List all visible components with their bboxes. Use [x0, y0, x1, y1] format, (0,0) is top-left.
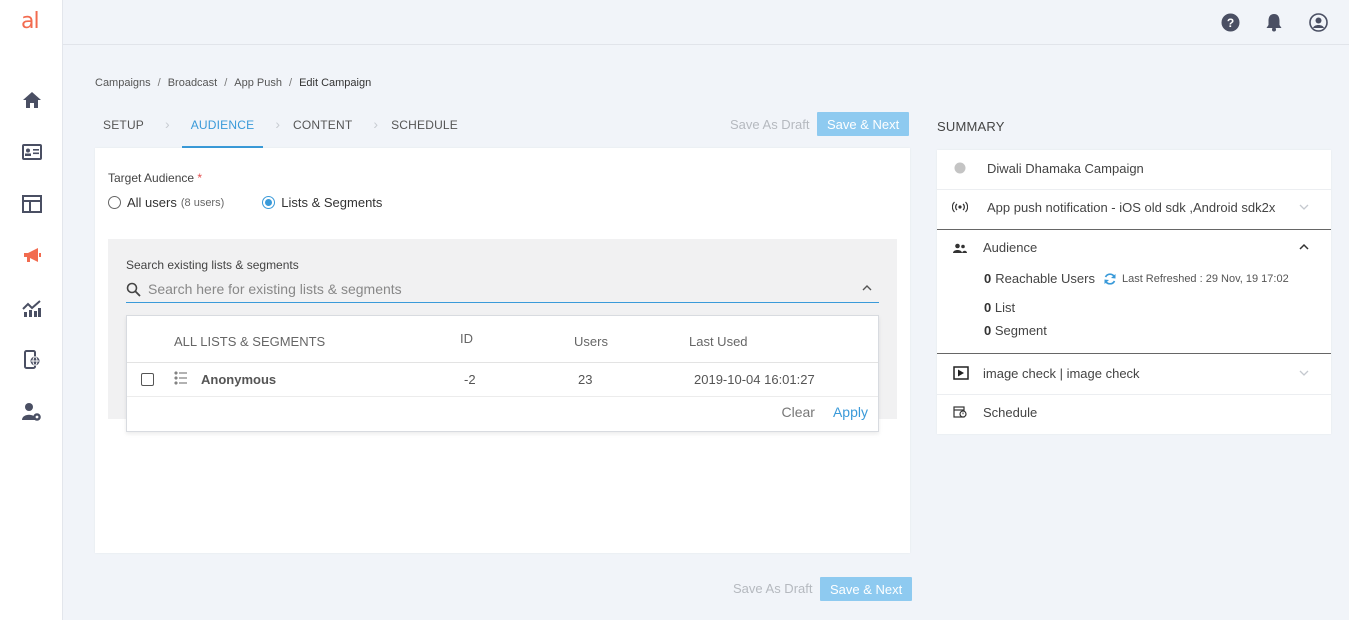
search-field [126, 278, 879, 303]
step-content[interactable]: CONTENT [292, 110, 361, 148]
step-schedule[interactable]: SCHEDULE [390, 110, 467, 148]
layout-icon[interactable] [20, 192, 44, 216]
divider [937, 229, 1331, 230]
lists-segments-radio[interactable] [262, 196, 276, 209]
megaphone-icon[interactable] [20, 243, 44, 267]
reachable-label: Reachable Users [995, 271, 1095, 286]
clear-button[interactable]: Clear [782, 404, 815, 420]
search-icon [126, 282, 141, 300]
divider [937, 394, 1331, 395]
lists-segments-dropdown: ALL LISTS & SEGMENTS ID Users Last Used … [126, 315, 879, 432]
wizard-steps: SETUP › AUDIENCE › CONTENT › SCHEDULE [95, 110, 467, 148]
breadcrumb-separator: / [224, 77, 228, 89]
dropdown-header: ALL LISTS & SEGMENTS ID Users Last Used [127, 316, 878, 363]
col-header-id: ID [460, 331, 473, 346]
row-id: -2 [464, 372, 476, 387]
last-refreshed: Last Refreshed : 29 Nov, 19 17:02 [1121, 272, 1289, 285]
breadcrumb-separator: / [289, 77, 293, 89]
refresh-icon[interactable] [1103, 272, 1117, 286]
sidebar: al [0, 0, 63, 620]
channel-name: App push notification - iOS old sdk ,And… [987, 200, 1276, 215]
all-users-radio[interactable] [108, 196, 121, 209]
help-icon[interactable]: ? [1220, 12, 1240, 32]
broadcast-signal-icon [951, 201, 969, 216]
summary-panel: Diwali Dhamaka Campaign App push notific… [937, 150, 1331, 434]
breadcrumb: Campaigns / Broadcast / App Push / Edit … [95, 77, 371, 89]
save-draft-button-bottom[interactable]: Save As Draft [733, 581, 812, 596]
divider [937, 189, 1331, 190]
calendar-clock-icon [953, 405, 967, 421]
play-video-icon [953, 366, 969, 383]
users-icon [953, 242, 967, 257]
status-dot-icon [954, 162, 966, 177]
col-header-name: ALL LISTS & SEGMENTS [174, 334, 326, 349]
target-audience-text: Target Audience [108, 171, 195, 185]
chevron-right-icon: › [165, 116, 170, 132]
breadcrumb-separator: / [157, 77, 161, 89]
apply-button[interactable]: Apply [833, 404, 868, 420]
segment-label: Segment [994, 323, 1047, 338]
segment-count-line: 0 Segment [984, 323, 1047, 338]
contact-card-icon[interactable] [20, 140, 44, 164]
breadcrumb-app-push[interactable]: App Push [234, 77, 282, 89]
reachable-users-line: 0 Reachable Users Last Refreshed : 29 No… [984, 271, 1289, 286]
campaign-name: Diwali Dhamaka Campaign [987, 161, 1144, 176]
breadcrumb-broadcast[interactable]: Broadcast [168, 77, 218, 89]
row-users: 23 [578, 372, 593, 387]
user-settings-icon[interactable] [20, 400, 44, 424]
list-count: 0 [984, 300, 992, 315]
list-label: List [994, 300, 1016, 315]
svg-text:?: ? [1226, 16, 1233, 30]
content-name: image check | image check [983, 366, 1140, 381]
all-users-count: (8 users) [180, 196, 225, 209]
chevron-up-icon[interactable] [861, 282, 873, 297]
schedule-label: Schedule [983, 405, 1038, 420]
row-name: Anonymous [201, 372, 277, 387]
search-label: Search existing lists & segments [126, 258, 299, 272]
breadcrumb-edit-campaign: Edit Campaign [299, 77, 372, 89]
chevron-up-icon[interactable] [1299, 242, 1309, 254]
analytics-icon[interactable] [20, 296, 44, 320]
summary-title: SUMMARY [937, 119, 1005, 134]
reachable-count: 0 [984, 271, 992, 286]
bell-icon[interactable] [1264, 12, 1284, 32]
required-mark: * [197, 171, 203, 185]
audience-heading: Audience [983, 240, 1038, 255]
col-header-users: Users [574, 334, 608, 349]
app-logo[interactable]: al [21, 9, 40, 34]
breadcrumb-campaigns[interactable]: Campaigns [95, 77, 151, 89]
mobile-globe-icon[interactable] [20, 348, 44, 372]
list-icon [174, 371, 188, 388]
chevron-down-icon[interactable] [1299, 368, 1309, 380]
table-row[interactable]: Anonymous -2 23 2019-10-04 16:01:27 [127, 364, 878, 397]
all-users-label[interactable]: All users [127, 195, 177, 210]
save-next-button-top[interactable]: Save & Next [817, 112, 910, 136]
segment-count: 0 [984, 323, 992, 338]
step-setup[interactable]: SETUP [95, 110, 153, 148]
target-audience-label: Target Audience * [108, 171, 202, 185]
chevron-right-icon: › [373, 116, 379, 132]
list-count-line: 0 List [984, 300, 1015, 315]
audience-options: All users (8 users) Lists & Segments [108, 195, 382, 210]
row-checkbox[interactable] [141, 373, 154, 386]
save-next-button-bottom[interactable]: Save & Next [820, 577, 913, 601]
chevron-down-icon[interactable] [1299, 202, 1309, 214]
step-audience[interactable]: AUDIENCE [181, 110, 264, 148]
col-header-last-used: Last Used [689, 334, 748, 349]
row-last-used: 2019-10-04 16:01:27 [694, 372, 815, 387]
user-icon[interactable] [1308, 12, 1328, 32]
search-input[interactable] [148, 278, 848, 300]
topbar: ? [63, 0, 1349, 45]
lists-segments-label[interactable]: Lists & Segments [281, 195, 382, 210]
chevron-right-icon: › [275, 116, 280, 132]
home-icon[interactable] [20, 88, 44, 112]
save-draft-button-top[interactable]: Save As Draft [730, 117, 809, 132]
dropdown-actions: Clear Apply [782, 404, 869, 420]
divider [937, 353, 1331, 354]
